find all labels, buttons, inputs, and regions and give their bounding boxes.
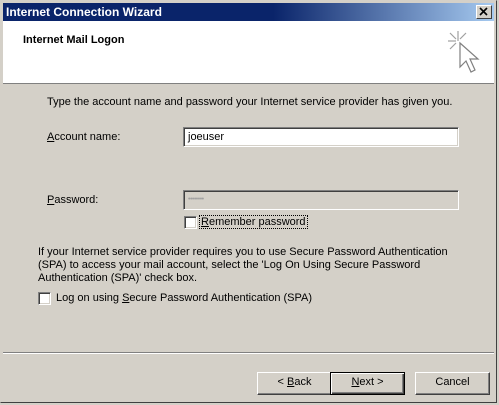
back-button[interactable]: < Back — [257, 372, 332, 395]
close-icon — [479, 7, 488, 16]
wizard-window: Internet Connection Wizard Internet Mail… — [0, 0, 497, 403]
spa-description: If your Internet service provider requir… — [38, 246, 448, 284]
password-input[interactable]: •••••••• — [183, 190, 459, 210]
window-title: Internet Connection Wizard — [6, 5, 162, 19]
cancel-button[interactable]: Cancel — [415, 372, 490, 395]
next-button[interactable]: Next > — [330, 372, 405, 395]
close-button[interactable] — [476, 5, 492, 19]
account-name-input[interactable]: joeuser — [183, 127, 459, 147]
page-title: Internet Mail Logon — [23, 34, 125, 46]
wizard-wand-icon — [448, 31, 480, 73]
footer-divider — [3, 352, 494, 354]
remember-password-label[interactable]: Remember password — [199, 215, 308, 229]
wizard-header: Internet Mail Logon — [3, 21, 494, 84]
spa-checkbox-label[interactable]: Log on using Secure Password Authenticat… — [56, 292, 312, 304]
password-label: Password: — [47, 194, 99, 206]
remember-password-checkbox[interactable] — [184, 216, 197, 229]
account-name-label: Account name: — [47, 131, 121, 143]
instructions-text: Type the account name and password your … — [47, 96, 453, 108]
spa-checkbox[interactable] — [38, 292, 51, 305]
title-bar: Internet Connection Wizard — [3, 3, 494, 21]
